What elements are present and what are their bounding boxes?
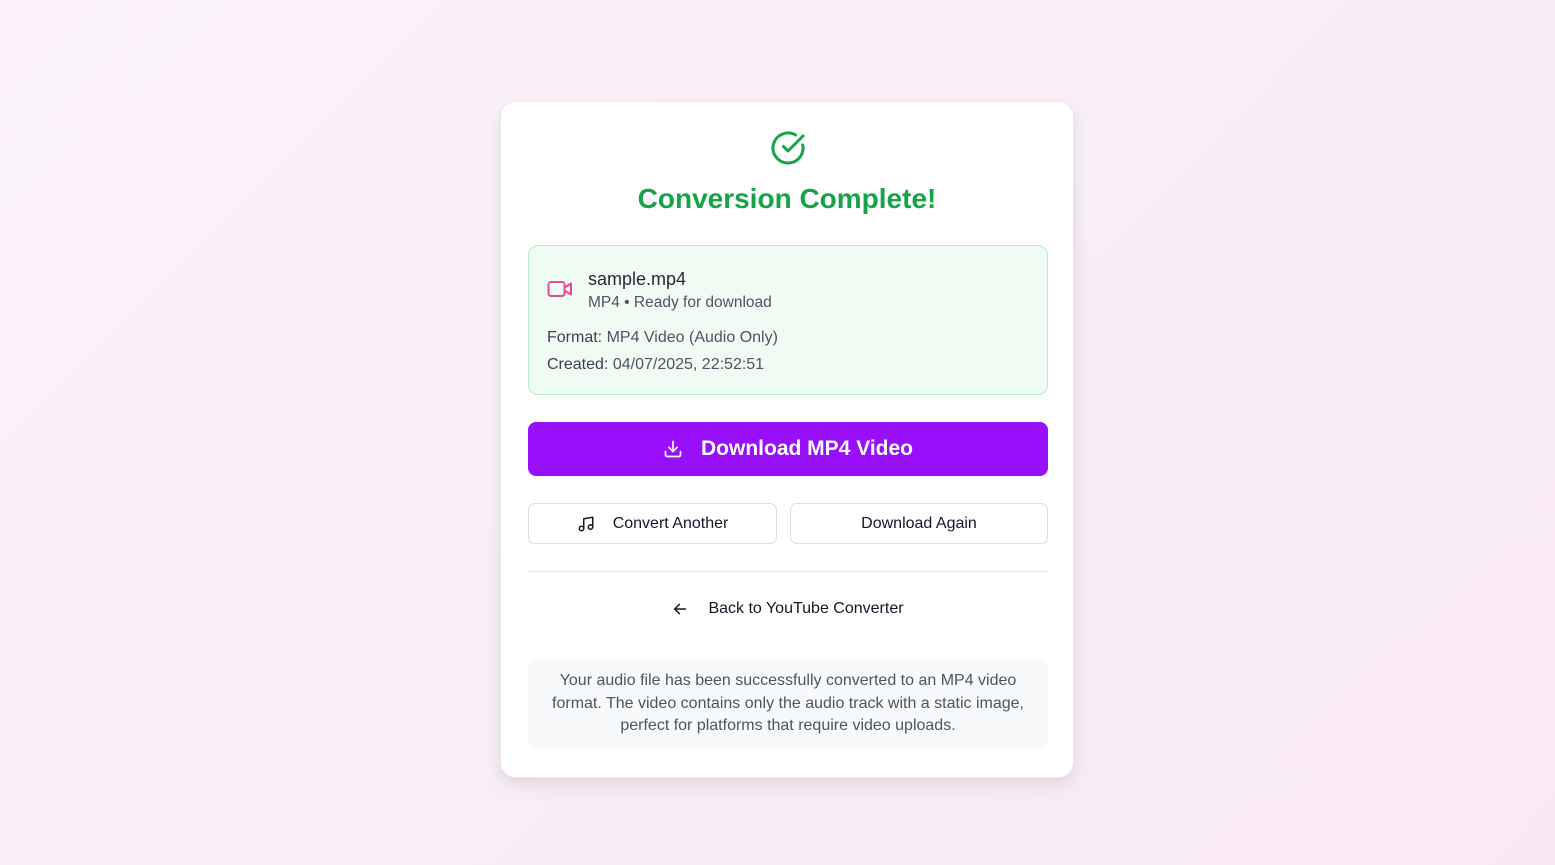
convert-another-label: Convert Another — [612, 514, 729, 532]
convert-another-button[interactable]: Convert Another — [528, 503, 777, 544]
created-row: Created: 04/07/2025, 22:52:51 — [547, 355, 764, 375]
file-info-panel: sample.mp4 MP4 • Ready for download Form… — [528, 245, 1048, 395]
check-circle-icon — [771, 131, 805, 165]
download-mp4-button[interactable]: Download MP4 Video — [528, 422, 1048, 476]
file-status: MP4 • Ready for download — [588, 294, 772, 311]
created-label: Created: — [547, 356, 609, 373]
arrow-left-icon — [674, 603, 687, 615]
music-note-icon — [578, 516, 594, 531]
info-message: Your audio file has been successfully co… — [528, 657, 1048, 751]
format-label: Format: — [547, 329, 603, 346]
conversion-result-card: Conversion Complete! sample.mp4 MP4 • Re… — [500, 101, 1074, 778]
page-title: Conversion Complete! — [637, 183, 937, 214]
created-value: 04/07/2025, 22:52:51 — [612, 356, 765, 373]
video-camera-icon — [547, 281, 572, 297]
format-value: MP4 Video (Audio Only) — [606, 329, 778, 346]
back-to-converter-link[interactable]: Back to YouTube Converter — [528, 592, 1048, 626]
download-icon — [664, 440, 682, 458]
file-name: sample.mp4 — [588, 269, 687, 289]
back-link-label: Back to YouTube Converter — [708, 600, 904, 617]
download-again-button[interactable]: Download Again — [790, 503, 1048, 544]
divider — [528, 571, 1048, 572]
download-button-label: Download MP4 Video — [701, 437, 913, 460]
download-again-label: Download Again — [861, 514, 977, 532]
format-row: Format: MP4 Video (Audio Only) — [547, 328, 778, 348]
